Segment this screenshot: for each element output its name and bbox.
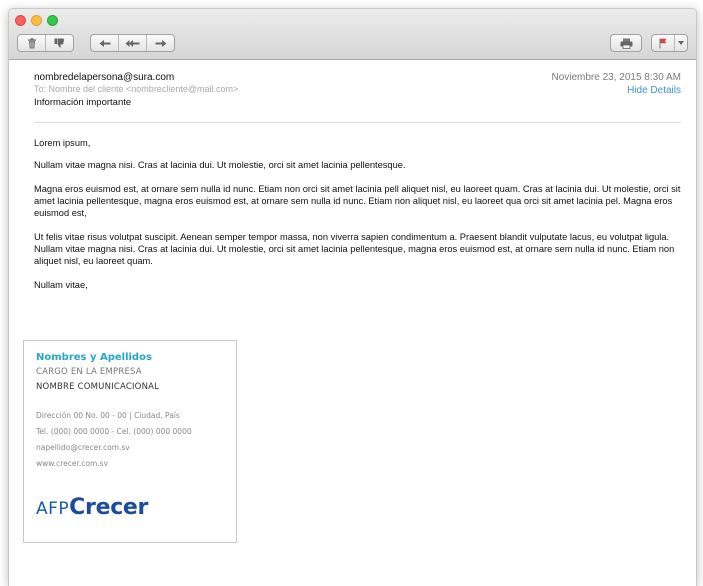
toolbar <box>9 9 696 60</box>
thumbs-down-icon <box>54 38 65 48</box>
signature-email[interactable]: napellido@crecer.com.sv <box>36 443 130 452</box>
flag-group <box>651 34 688 52</box>
message-body: Lorem ipsum, Nullam vitae magna nisi. Cr… <box>34 137 682 303</box>
trash-icon <box>27 37 37 49</box>
chevron-down-icon <box>678 41 684 45</box>
reply-group <box>90 34 175 52</box>
message-date: Noviembre 23, 2015 8:30 AM <box>551 72 681 83</box>
reply-icon <box>99 39 111 48</box>
subject-line: Información importante <box>34 97 132 108</box>
junk-button[interactable] <box>46 35 73 51</box>
signature-website[interactable]: www.crecer.com.sv <box>36 459 108 468</box>
print-button[interactable] <box>611 35 641 51</box>
reply-all-icon <box>125 39 140 48</box>
minimize-window-button[interactable] <box>31 15 42 26</box>
printer-icon <box>620 38 633 49</box>
flag-menu-button[interactable] <box>675 35 687 51</box>
greeting-text: Lorem ipsum, <box>34 138 91 148</box>
recipient-line: To: Nombre del cliente <nombrecliente@ma… <box>34 84 239 94</box>
window-controls <box>15 15 58 26</box>
logo-afp-text: AFP <box>36 499 70 519</box>
signature-area: NOMBRE COMUNICACIONAL <box>36 382 160 392</box>
forward-button[interactable] <box>147 35 174 51</box>
signature-name: Nombres y Apellidos <box>36 352 152 363</box>
signature-address: Dirección 00 No. 00 - 00 | Ciudad, País <box>36 411 180 420</box>
signature-cargo: CARGO EN LA EMPRESA <box>36 367 142 377</box>
email-signature: Nombres y Apellidos CARGO EN LA EMPRESA … <box>23 340 237 543</box>
forward-icon <box>155 39 167 48</box>
reply-button[interactable] <box>91 35 119 51</box>
sender-address: nombredelapersona@sura.com <box>34 72 175 83</box>
mail-window: nombredelapersona@sura.com To: Nombre de… <box>8 8 697 586</box>
logo-crecer-text: Crecer <box>69 495 149 520</box>
body-paragraph-3: Ut felis vitae risus volutpat suscipit. … <box>34 232 675 266</box>
afp-crecer-logo: AFPCrecer <box>36 495 148 520</box>
signature-phones: Tel. (000) 000 0000 - Cel. (000) 000 000… <box>36 427 192 436</box>
flag-button[interactable] <box>652 35 675 51</box>
reply-all-button[interactable] <box>119 35 147 51</box>
hide-details-link[interactable]: Hide Details <box>627 85 681 96</box>
flag-icon <box>659 38 667 49</box>
body-paragraph-2: Magna eros euismod est, at ornare sem nu… <box>34 184 681 218</box>
delete-button[interactable] <box>18 35 46 51</box>
print-group <box>610 34 642 52</box>
close-window-button[interactable] <box>15 15 26 26</box>
header-divider <box>34 122 681 123</box>
zoom-window-button[interactable] <box>47 15 58 26</box>
body-paragraph-1: Nullam vitae magna nisi. Cras at lacinia… <box>34 160 406 170</box>
closing-text: Nullam vitae, <box>34 280 88 290</box>
delete-junk-group <box>17 34 74 52</box>
